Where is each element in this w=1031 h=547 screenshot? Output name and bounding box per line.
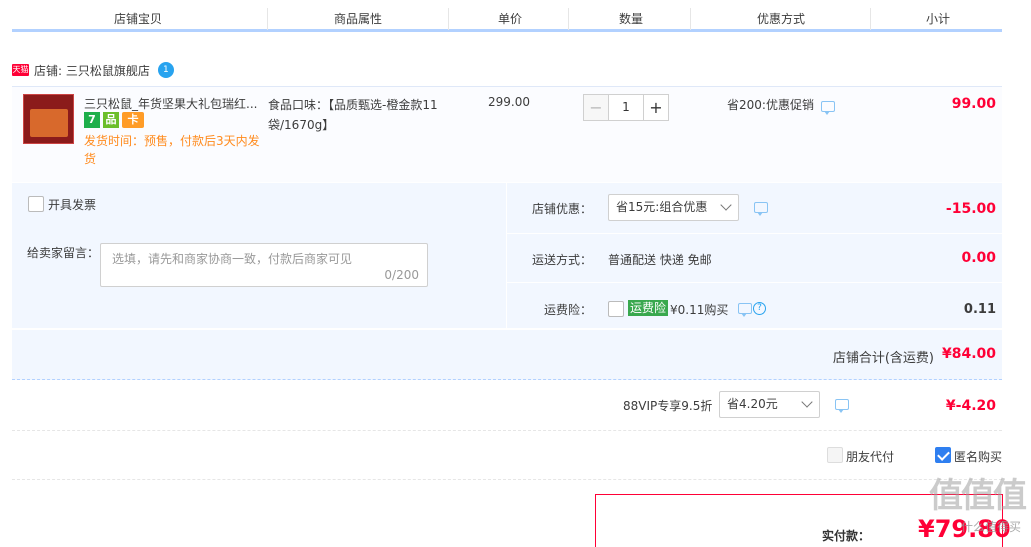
anonymous-checkbox[interactable] [935, 447, 951, 463]
shop-discount-label: 店铺优惠： [532, 202, 593, 216]
invoice-label: 开具发票 [48, 198, 97, 212]
invoice-checkbox[interactable] [28, 196, 44, 212]
wangwang-chat-icon[interactable]: 1 [157, 62, 174, 78]
discount-comment-icon[interactable] [754, 202, 768, 216]
item-subtotal: 99.00 [951, 96, 996, 112]
chevron-down-icon [720, 199, 732, 211]
insurance-label: 运费险： [544, 303, 593, 317]
header-divider [267, 8, 268, 30]
row-divider [507, 233, 1002, 234]
header-divider [690, 8, 691, 30]
shipping-label: 运送方式： [532, 253, 593, 267]
header-shop-item: 店铺宝贝 [114, 12, 163, 26]
shop-discount-value: 省15元:组合优惠 [616, 200, 708, 214]
header-divider [448, 8, 449, 30]
help-icon[interactable]: ? [753, 302, 766, 315]
unit-price: 299.00 [488, 95, 530, 109]
message-placeholder: 选填，请先和商家协商一致，付款后商家可见 [112, 252, 353, 266]
vip-discount-amount: ¥-4.20 [945, 398, 996, 414]
watermark-text: 什么值得买 [960, 520, 1021, 534]
header-unit-price: 单价 [498, 12, 523, 26]
credit-card-icon: 卡 [122, 112, 144, 128]
quantity-decrease-button[interactable]: − [583, 94, 609, 121]
header-quantity: 数量 [619, 12, 644, 26]
tmall-icon: 天猫 [12, 64, 29, 76]
payment-options-row: 朋友代付 匿名购买 [12, 432, 1002, 480]
vip-discount-select[interactable]: 省4.20元 [719, 391, 820, 418]
actual-payment-label: 实付款： [822, 529, 871, 543]
shop-total-value: ¥84.00 [941, 346, 996, 362]
quantity-stepper: − 1 + [583, 94, 669, 121]
seller-message-input[interactable]: 选填，请先和商家协商一致，付款后商家可见 0/200 [100, 243, 428, 287]
order-options-right: 店铺优惠： 省15元:组合优惠 -15.00 运送方式： 普通配送 快递 免邮 … [507, 183, 1002, 328]
item-promotion: 省200:优惠促销 [727, 98, 814, 112]
message-char-count: 0/200 [384, 268, 419, 282]
shipping-time-note: 发货时间：预售，付款后3天内发货 [84, 134, 260, 166]
vip-discount-value: 省4.20元 [727, 397, 778, 411]
quantity-increase-button[interactable]: + [643, 94, 669, 121]
chevron-down-icon [801, 396, 813, 408]
quantity-input[interactable]: 1 [609, 94, 643, 121]
shipping-amount: 0.00 [961, 250, 996, 266]
row-divider [507, 282, 1002, 283]
shop-discount-amount: -15.00 [945, 201, 996, 217]
header-subtotal: 小计 [926, 12, 951, 26]
insurance-price: ¥0.11购买 [670, 303, 729, 317]
shop-discount-select[interactable]: 省15元:组合优惠 [608, 194, 739, 221]
header-discount: 优惠方式 [757, 12, 806, 26]
header-attributes: 商品属性 [334, 12, 383, 26]
shop-line: 天猫 店铺: 三只松鼠旗舰店 1 [12, 60, 174, 80]
product-thumbnail[interactable] [23, 94, 74, 144]
insurance-tag: 运费险 [628, 300, 669, 316]
insurance-checkbox[interactable] [608, 301, 624, 317]
product-title-link[interactable]: 三只松鼠_年货坚果大礼包瑞红... [84, 95, 264, 112]
header-divider [870, 8, 871, 30]
quality-badge-icon: 品 [103, 112, 119, 128]
vip-label: 88VIP专享9.5折 [623, 399, 713, 413]
watermark-logo: 值值值 [929, 476, 1027, 516]
cart-header: 店铺宝贝 商品属性 单价 数量 优惠方式 小计 [12, 0, 1002, 32]
shop-total-row: 店铺合计(含运费) ¥84.00 [12, 330, 1002, 380]
insurance-amount: 0.11 [963, 302, 996, 317]
vip-discount-row: 88VIP专享9.5折 省4.20元 ¥-4.20 [12, 381, 1002, 431]
vip-comment-icon[interactable] [835, 399, 849, 413]
message-label: 给卖家留言： [27, 246, 100, 260]
friend-pay-checkbox[interactable] [827, 447, 843, 463]
shop-total-label: 店铺合计(含运费) [832, 351, 934, 366]
product-attributes: 食品口味：【品质甄选-橙金款11袋/1670g】 [268, 98, 438, 132]
insurance-comment-icon[interactable] [738, 303, 752, 317]
shipping-method: 普通配送 快递 免邮 [608, 253, 712, 267]
friend-pay-label: 朋友代付 [846, 450, 895, 464]
service-icons: 7 品 卡 [84, 112, 144, 128]
seven-day-return-icon: 7 [84, 112, 100, 128]
shop-name-link[interactable]: 店铺: 三只松鼠旗舰店 [34, 62, 150, 79]
header-divider [568, 8, 569, 30]
promo-comment-icon[interactable] [821, 101, 835, 115]
anonymous-label: 匿名购买 [954, 450, 1003, 464]
